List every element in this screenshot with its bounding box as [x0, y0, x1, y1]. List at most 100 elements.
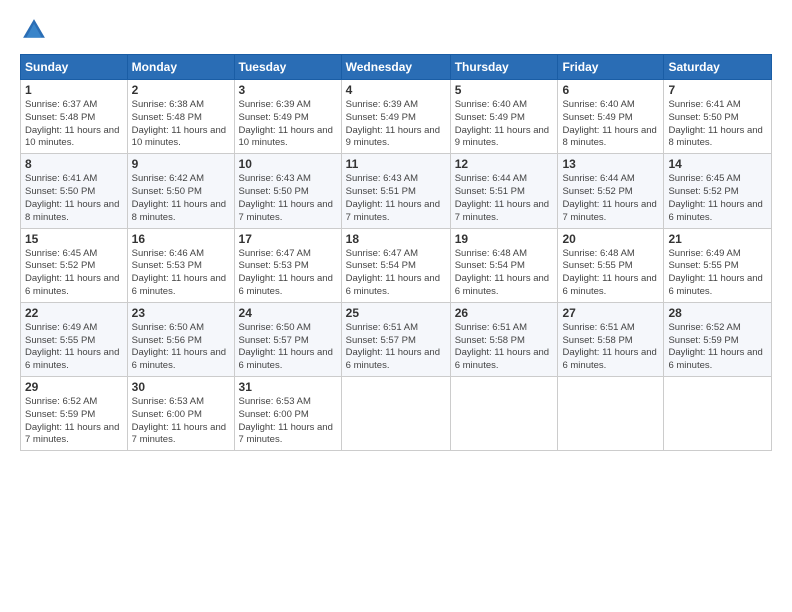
day-number: 4 — [346, 83, 446, 97]
day-number: 10 — [239, 157, 337, 171]
calendar-cell: 25Sunrise: 6:51 AMSunset: 5:57 PMDayligh… — [341, 302, 450, 376]
calendar-cell: 17 Sunrise: 6:47 AMSunset: 5:53 PMDayligh… — [234, 228, 341, 302]
calendar-cell: 21 Sunrise: 6:49 AMSunset: 5:55 PMDayligh… — [664, 228, 772, 302]
calendar-cell: 11Sunrise: 6:43 AMSunset: 5:51 PMDayligh… — [341, 154, 450, 228]
day-number: 5 — [455, 83, 554, 97]
day-detail: Sunrise: 6:42 AMSunset: 5:50 PMDaylight:… — [132, 173, 226, 222]
day-number: 2 — [132, 83, 230, 97]
day-number: 23 — [132, 306, 230, 320]
day-number: 15 — [25, 232, 123, 246]
day-number: 18 — [346, 232, 446, 246]
page-header — [20, 16, 772, 44]
day-number: 6 — [562, 83, 659, 97]
week-row-5: 29 Sunrise: 6:52 AMSunset: 5:59 PMDayligh… — [21, 377, 772, 451]
day-detail: Sunrise: 6:44 AMSunset: 5:51 PMDaylight:… — [455, 173, 549, 222]
day-number: 13 — [562, 157, 659, 171]
logo-icon — [20, 16, 48, 44]
day-number: 31 — [239, 380, 337, 394]
day-detail: Sunrise: 6:39 AMSunset: 5:49 PMDaylight:… — [346, 99, 440, 148]
calendar-cell: 30Sunrise: 6:53 AMSunset: 6:00 PMDayligh… — [127, 377, 234, 451]
week-row-2: 8Sunrise: 6:41 AMSunset: 5:50 PMDaylight… — [21, 154, 772, 228]
day-number: 17 — [239, 232, 337, 246]
day-detail: Sunrise: 6:49 AMSunset: 5:55 PMDaylight:… — [668, 248, 762, 297]
calendar-cell: 23Sunrise: 6:50 AMSunset: 5:56 PMDayligh… — [127, 302, 234, 376]
calendar-table: SundayMondayTuesdayWednesdayThursdayFrid… — [20, 54, 772, 451]
calendar-cell: 31 Sunrise: 6:53 AMSunset: 6:00 PMDayligh… — [234, 377, 341, 451]
header-friday: Friday — [558, 55, 664, 80]
day-detail: Sunrise: 6:45 AMSunset: 5:52 PMDaylight:… — [668, 173, 762, 222]
calendar-cell — [341, 377, 450, 451]
header-thursday: Thursday — [450, 55, 558, 80]
calendar-cell: 9Sunrise: 6:42 AMSunset: 5:50 PMDaylight… — [127, 154, 234, 228]
calendar-cell — [450, 377, 558, 451]
calendar-cell: 24 Sunrise: 6:50 AMSunset: 5:57 PMDayligh… — [234, 302, 341, 376]
day-detail: Sunrise: 6:38 AMSunset: 5:48 PMDaylight:… — [132, 99, 226, 148]
header-monday: Monday — [127, 55, 234, 80]
day-number: 20 — [562, 232, 659, 246]
day-number: 3 — [239, 83, 337, 97]
calendar-cell: 3 Sunrise: 6:39 AMSunset: 5:49 PMDaylight… — [234, 80, 341, 154]
calendar-cell: 4 Sunrise: 6:39 AMSunset: 5:49 PMDaylight… — [341, 80, 450, 154]
calendar-cell: 10 Sunrise: 6:43 AMSunset: 5:50 PMDayligh… — [234, 154, 341, 228]
day-detail: Sunrise: 6:50 AMSunset: 5:57 PMDaylight:… — [239, 322, 333, 371]
day-detail: Sunrise: 6:45 AMSunset: 5:52 PMDaylight:… — [25, 248, 119, 297]
week-row-4: 22Sunrise: 6:49 AMSunset: 5:55 PMDayligh… — [21, 302, 772, 376]
calendar-cell: 16 Sunrise: 6:46 AMSunset: 5:53 PMDayligh… — [127, 228, 234, 302]
day-detail: Sunrise: 6:48 AMSunset: 5:55 PMDaylight:… — [562, 248, 656, 297]
calendar-cell: 5 Sunrise: 6:40 AMSunset: 5:49 PMDaylight… — [450, 80, 558, 154]
day-detail: Sunrise: 6:51 AMSunset: 5:58 PMDaylight:… — [562, 322, 656, 371]
calendar-cell: 19Sunrise: 6:48 AMSunset: 5:54 PMDayligh… — [450, 228, 558, 302]
calendar-cell: 26 Sunrise: 6:51 AMSunset: 5:58 PMDayligh… — [450, 302, 558, 376]
header-wednesday: Wednesday — [341, 55, 450, 80]
calendar-cell: 2 Sunrise: 6:38 AMSunset: 5:48 PMDaylight… — [127, 80, 234, 154]
calendar-cell — [664, 377, 772, 451]
day-detail: Sunrise: 6:47 AMSunset: 5:54 PMDaylight:… — [346, 248, 440, 297]
header-saturday: Saturday — [664, 55, 772, 80]
day-number: 27 — [562, 306, 659, 320]
day-detail: Sunrise: 6:47 AMSunset: 5:53 PMDaylight:… — [239, 248, 333, 297]
day-detail: Sunrise: 6:52 AMSunset: 5:59 PMDaylight:… — [668, 322, 762, 371]
day-detail: Sunrise: 6:46 AMSunset: 5:53 PMDaylight:… — [132, 248, 226, 297]
day-detail: Sunrise: 6:40 AMSunset: 5:49 PMDaylight:… — [455, 99, 549, 148]
day-number: 8 — [25, 157, 123, 171]
day-detail: Sunrise: 6:43 AMSunset: 5:50 PMDaylight:… — [239, 173, 333, 222]
day-number: 29 — [25, 380, 123, 394]
day-detail: Sunrise: 6:48 AMSunset: 5:54 PMDaylight:… — [455, 248, 549, 297]
calendar-cell: 15 Sunrise: 6:45 AMSunset: 5:52 PMDayligh… — [21, 228, 128, 302]
calendar-cell: 27 Sunrise: 6:51 AMSunset: 5:58 PMDayligh… — [558, 302, 664, 376]
header-tuesday: Tuesday — [234, 55, 341, 80]
week-row-3: 15 Sunrise: 6:45 AMSunset: 5:52 PMDayligh… — [21, 228, 772, 302]
calendar-cell: 1Sunrise: 6:37 AMSunset: 5:48 PMDaylight… — [21, 80, 128, 154]
logo — [20, 16, 52, 44]
calendar-cell: 29 Sunrise: 6:52 AMSunset: 5:59 PMDayligh… — [21, 377, 128, 451]
header-sunday: Sunday — [21, 55, 128, 80]
day-detail: Sunrise: 6:53 AMSunset: 6:00 PMDaylight:… — [239, 396, 333, 445]
calendar-cell: 28 Sunrise: 6:52 AMSunset: 5:59 PMDayligh… — [664, 302, 772, 376]
calendar-cell: 7 Sunrise: 6:41 AMSunset: 5:50 PMDaylight… — [664, 80, 772, 154]
day-number: 21 — [668, 232, 767, 246]
day-detail: Sunrise: 6:40 AMSunset: 5:49 PMDaylight:… — [562, 99, 656, 148]
week-row-1: 1Sunrise: 6:37 AMSunset: 5:48 PMDaylight… — [21, 80, 772, 154]
day-detail: Sunrise: 6:51 AMSunset: 5:58 PMDaylight:… — [455, 322, 549, 371]
day-detail: Sunrise: 6:41 AMSunset: 5:50 PMDaylight:… — [668, 99, 762, 148]
day-detail: Sunrise: 6:44 AMSunset: 5:52 PMDaylight:… — [562, 173, 656, 222]
day-detail: Sunrise: 6:52 AMSunset: 5:59 PMDaylight:… — [25, 396, 119, 445]
calendar-cell: 18 Sunrise: 6:47 AMSunset: 5:54 PMDayligh… — [341, 228, 450, 302]
day-number: 26 — [455, 306, 554, 320]
day-detail: Sunrise: 6:53 AMSunset: 6:00 PMDaylight:… — [132, 396, 226, 445]
day-number: 1 — [25, 83, 123, 97]
day-number: 22 — [25, 306, 123, 320]
day-number: 11 — [346, 157, 446, 171]
calendar-cell: 6 Sunrise: 6:40 AMSunset: 5:49 PMDaylight… — [558, 80, 664, 154]
day-number: 14 — [668, 157, 767, 171]
day-detail: Sunrise: 6:39 AMSunset: 5:49 PMDaylight:… — [239, 99, 333, 148]
day-detail: Sunrise: 6:51 AMSunset: 5:57 PMDaylight:… — [346, 322, 440, 371]
day-number: 7 — [668, 83, 767, 97]
calendar-cell: 13 Sunrise: 6:44 AMSunset: 5:52 PMDayligh… — [558, 154, 664, 228]
calendar-cell: 22Sunrise: 6:49 AMSunset: 5:55 PMDayligh… — [21, 302, 128, 376]
day-number: 24 — [239, 306, 337, 320]
calendar-cell: 12Sunrise: 6:44 AMSunset: 5:51 PMDayligh… — [450, 154, 558, 228]
day-number: 28 — [668, 306, 767, 320]
day-number: 16 — [132, 232, 230, 246]
calendar-cell: 8Sunrise: 6:41 AMSunset: 5:50 PMDaylight… — [21, 154, 128, 228]
